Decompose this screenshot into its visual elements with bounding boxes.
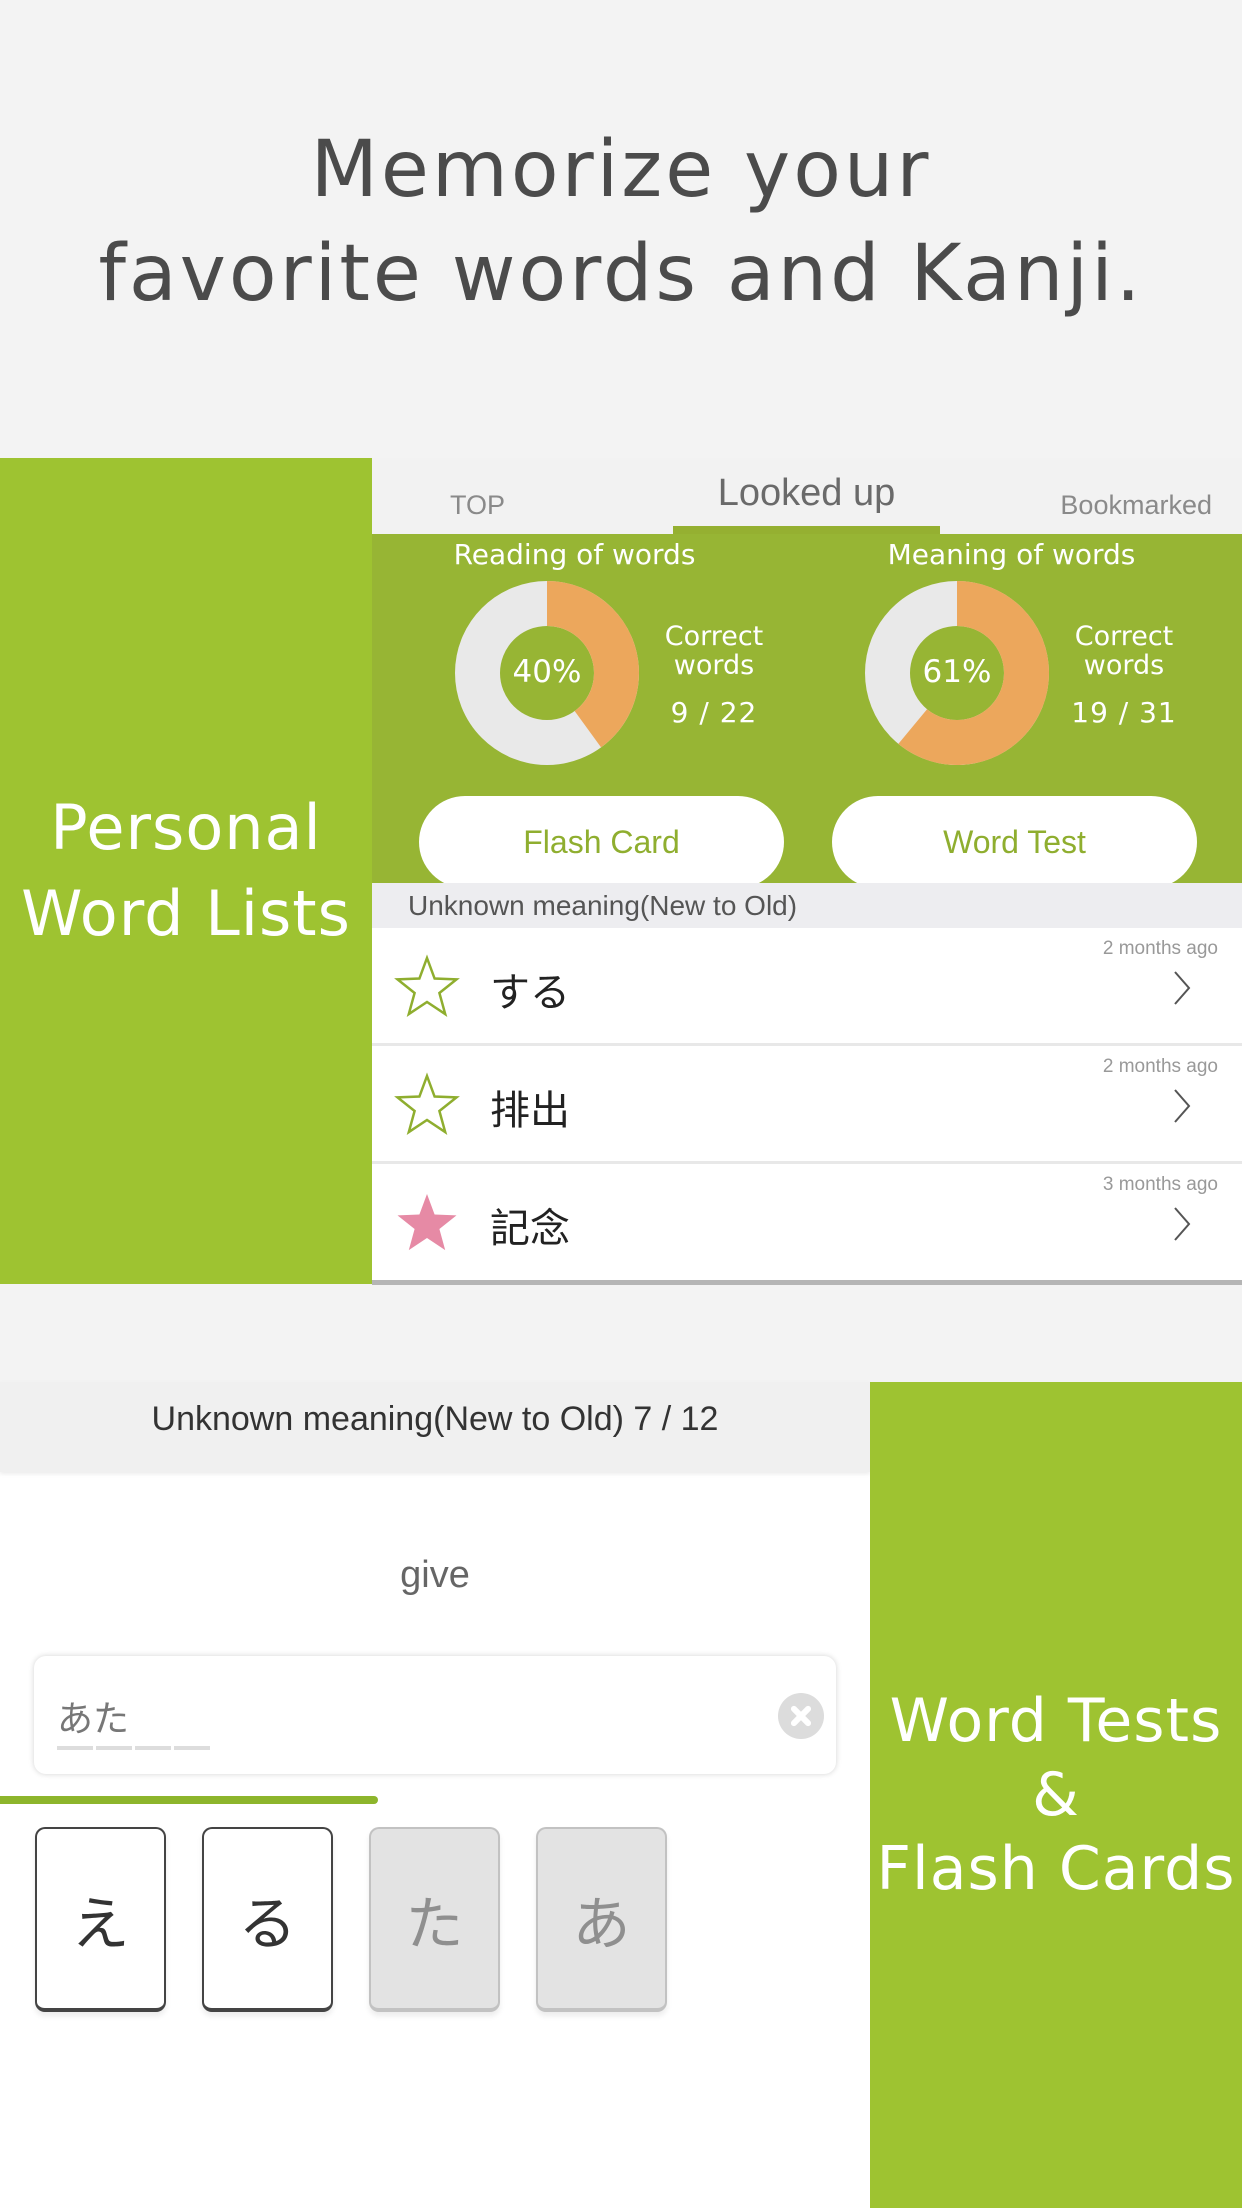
word-tests-section: Unknown meaning(New to Old) 7 / 12 give … [0, 1382, 1242, 2208]
answer-blank [57, 1746, 93, 1750]
feature-title: Personal Word Lists [21, 785, 351, 957]
kana-card-label: た [405, 1889, 464, 1958]
screen-bottom-edge [372, 1280, 1242, 1285]
answer-input[interactable]: あた [34, 1656, 836, 1774]
list-item-time: 2 months ago [1102, 938, 1218, 959]
kana-card[interactable]: え [35, 1827, 166, 2012]
kana-card-label: あ [572, 1889, 631, 1958]
reading-stats-title: Reading of words [453, 538, 696, 571]
list-item-word: する [490, 970, 570, 1016]
word-test-screen: Unknown meaning(New to Old) 7 / 12 give … [0, 1382, 870, 2208]
correct-label-line-2: words [1083, 650, 1165, 681]
chevron-right-icon [1174, 1089, 1191, 1123]
bookmark-star-icon[interactable] [394, 954, 460, 1020]
personal-word-lists-section: Personal Word Lists TOP Looked up Bookma… [0, 458, 1242, 1285]
star-outline-shape [394, 954, 460, 1017]
reading-count: 9 / 22 [670, 696, 758, 729]
headline-line-2: favorite words and Kanji. [98, 229, 1144, 319]
correct-label-line-2: words [673, 650, 755, 681]
list-item-time: 3 months ago [1102, 1174, 1218, 1195]
feature-title-line-1: Word Tests [889, 1686, 1223, 1756]
word-test-button[interactable]: Word Test [832, 796, 1197, 888]
tab-top[interactable]: TOP [450, 490, 505, 521]
feature-title-line-1: Personal [50, 791, 322, 864]
list-item-word: 排出 [490, 1088, 570, 1134]
flash-card-button[interactable]: Flash Card [419, 796, 784, 888]
test-header: Unknown meaning(New to Old) 7 / 12 [0, 1382, 870, 1472]
meaning-percent: 61% [922, 654, 992, 690]
meaning-count: 19 / 31 [1071, 696, 1177, 729]
headline-line-1: Memorize your [310, 125, 932, 215]
feature-title-line-2: Word Lists [21, 877, 351, 950]
chevron-right-icon [1174, 1207, 1191, 1241]
list-section-header: Unknown meaning(New to Old) [372, 883, 1242, 928]
feature-title: Word Tests & Flash Cards [877, 1684, 1236, 1906]
star-outline-shape [394, 1072, 460, 1135]
progress-bar [0, 1796, 870, 1804]
tab-looked-up-label: Looked up [717, 472, 896, 514]
answer-blank [174, 1746, 210, 1750]
kana-card[interactable]: た [369, 1827, 500, 2012]
kana-card-label: る [238, 1889, 297, 1958]
feature-panel-word-lists: Personal Word Lists [0, 458, 372, 1284]
list-item[interactable]: する 2 months ago [372, 928, 1242, 1046]
list-item-word: 記念 [490, 1206, 570, 1252]
correct-label-line-1: Correct [664, 621, 764, 652]
list-item[interactable]: 記念 3 months ago [372, 1164, 1242, 1282]
reading-correct-label: Correct words [634, 622, 794, 680]
feature-title-line-2: & [1032, 1760, 1080, 1830]
feature-title-line-3: Flash Cards [876, 1834, 1236, 1904]
headline: Memorize your favorite words and Kanji. [0, 118, 1242, 326]
progress-fill [0, 1796, 379, 1804]
list-item-time: 2 months ago [1102, 1056, 1218, 1077]
kana-card-choices: え る た あ [35, 1827, 667, 2012]
star-filled-shape [397, 1194, 457, 1251]
feature-panel-word-tests: Word Tests & Flash Cards [870, 1382, 1242, 2208]
answer-blanks [57, 1746, 210, 1750]
correct-label-line-1: Correct [1074, 621, 1174, 652]
meaning-stats-title: Meaning of words [887, 538, 1136, 571]
word-list-screen: TOP Looked up Bookmarked Reading of word… [372, 458, 1242, 1284]
answer-value: あた [57, 1699, 130, 1740]
tab-looked-up[interactable]: Looked up [673, 472, 940, 534]
chevron-right-icon [1174, 971, 1191, 1005]
meaning-correct-label: Correct words [1044, 622, 1204, 680]
active-tab-indicator [673, 526, 940, 534]
answer-blank [96, 1746, 132, 1750]
question-prompt: give [400, 1554, 470, 1596]
tab-bar: TOP Looked up Bookmarked [372, 458, 1242, 534]
list-item[interactable]: 排出 2 months ago [372, 1046, 1242, 1164]
stats-panel: Reading of words 40% Correct words 9 / 2… [372, 534, 1242, 888]
answer-blank [135, 1746, 171, 1750]
bookmark-star-icon[interactable] [394, 1190, 460, 1256]
kana-card[interactable]: る [202, 1827, 333, 2012]
bookmark-star-icon[interactable] [394, 1072, 460, 1138]
kana-card[interactable]: あ [536, 1827, 667, 2012]
tab-bookmarked[interactable]: Bookmarked [1060, 490, 1212, 521]
reading-percent: 40% [512, 654, 582, 690]
clear-icon[interactable] [778, 1693, 824, 1739]
kana-card-label: え [71, 1889, 130, 1958]
